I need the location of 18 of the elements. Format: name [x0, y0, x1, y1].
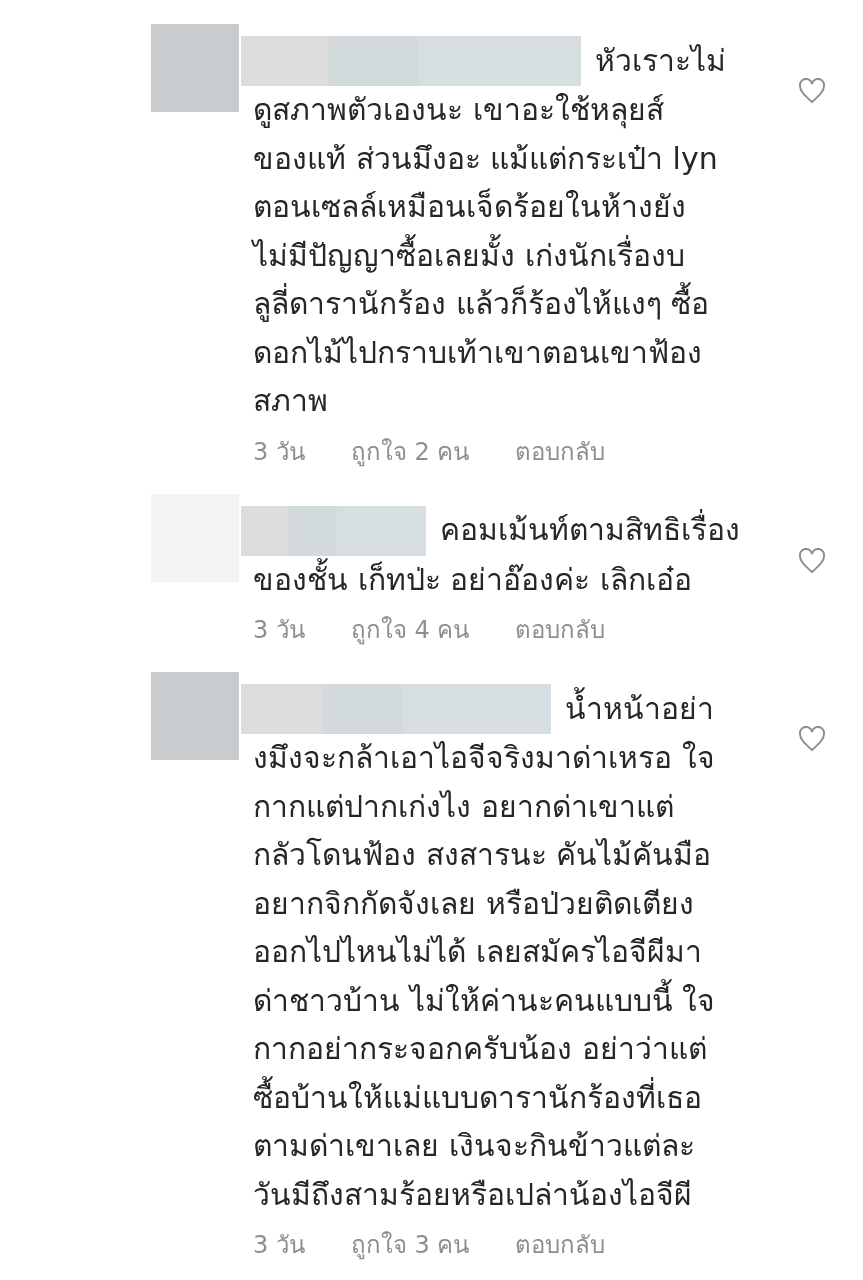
comment-text: น้ำหน้าอย่า: [565, 684, 714, 734]
comment-text: ดูสภาพตัวเองนะ เขาอะใช้หลุยส์ ของแท้ ส่วนมึงอะ แม้แต่กระเป๋า lyn ตอนเซลล์เหมือนเจ็ดร้อยในห้างยัง ไม่มีปัญญาซื้อเลยมั้ง เก่งนักเรื่องบ ลูลี่ดารานักร้อง แล้วก็ร้องไห้แงๆ ซื้อ ดอกไม้ไปกราบเท้าเขาตอนเขาฟ้อง สภาพ: [253, 91, 719, 420]
comment-time: 3 วัน: [253, 436, 305, 468]
comment-time: 3 วัน: [253, 615, 305, 646]
comment-time: 3 วัน: [253, 1230, 305, 1261]
reply-link[interactable]: ตอบกลับ: [515, 1225, 606, 1265]
reply-link[interactable]: ตอบกลับ: [515, 610, 606, 650]
reply-link[interactable]: ตอบกลับ: [515, 431, 606, 472]
heart-icon[interactable]: [798, 547, 826, 574]
likes-link[interactable]: ถูกใจ 2 คน: [350, 431, 470, 472]
likes-link[interactable]: ถูกใจ 3 คน: [350, 1225, 470, 1265]
likes-link[interactable]: ถูกใจ 4 คน: [350, 610, 470, 650]
comment-text: หัวเราะไม่: [595, 41, 726, 80]
comment-text: ของชั้น เก็ทป่ะ อย่าอ๊องค่ะ เลิกเอ๋อ: [253, 555, 793, 604]
heart-icon[interactable]: [798, 78, 826, 104]
heart-icon[interactable]: [798, 726, 826, 752]
comment-text: คอมเม้นท์ตามสิทธิเรื่อง: [440, 506, 740, 555]
comment-text: งมึงจะกล้าเอาไอจีจริงมาด่าเหรอ ใจ กากแต่ปากเก่งไง อยากด่าเขาแต่ กลัวโดนฟ้อง สงสารนะ คันไม้คันมือ อยากจิกกัดจังเลย หรือป่วยติดเตียง ออกไปไหนไม่ได้ เลยสมัครไอจีผีมา ด่าชาวบ้าน ไม่ให้ค่านะคนแบบนี้ ใจ กากอย่ากระจอกครับน้อง อย่าว่าแต่ ซื้อบ้านให้แม่แบบดารานักร้องที่เธอ ตามด่าเขาเลย เงินจะกินข้าวแต่ละ วันมีถึงสามร้อยหรือเปล่าน้องไอจีผี: [253, 739, 717, 1214]
